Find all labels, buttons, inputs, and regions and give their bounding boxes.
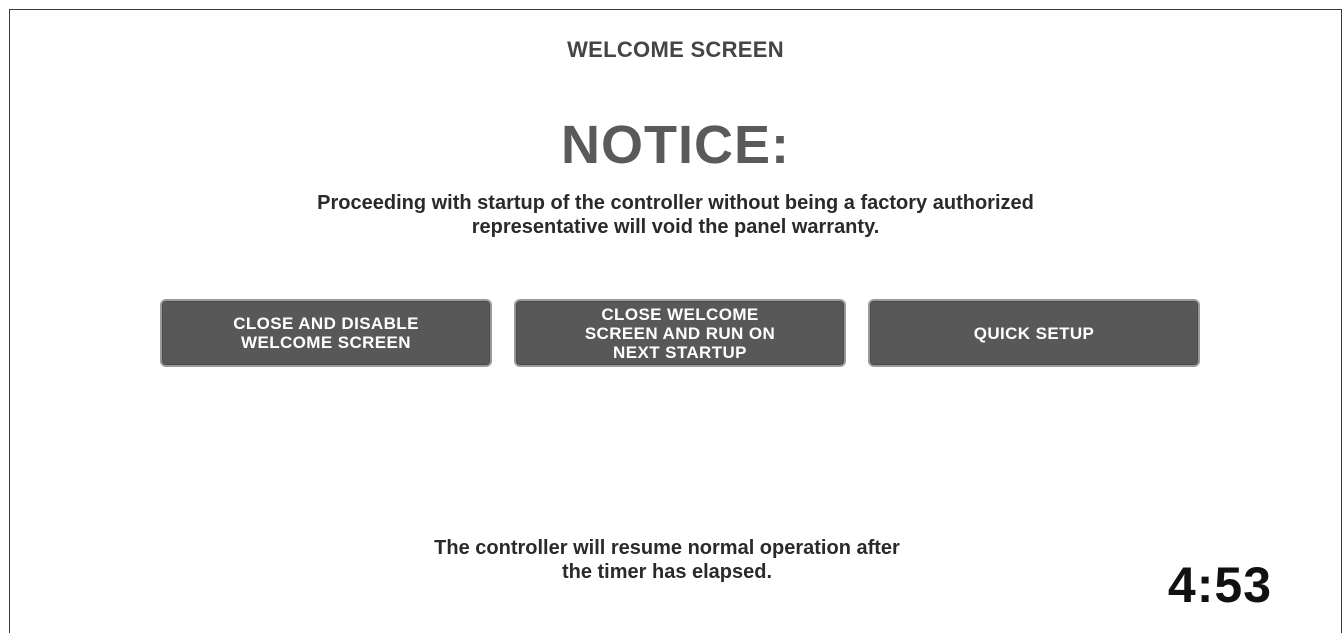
close-and-disable-welcome-label: CLOSE AND DISABLE WELCOME SCREEN — [233, 314, 419, 352]
notice-message-line-2: representative will void the panel warra… — [471, 216, 880, 238]
button-label-line-2: WELCOME SCREEN — [241, 333, 411, 352]
close-welcome-run-next-startup-button[interactable]: CLOSE WELCOME SCREEN AND RUN ON NEXT STA… — [514, 299, 846, 367]
notice-message-line-1: Proceeding with startup of the controlle… — [317, 192, 1034, 214]
timer-info-line-1: The controller will resume normal operat… — [434, 537, 900, 559]
button-label-line-3: NEXT STARTUP — [613, 342, 747, 362]
button-label-line-1: CLOSE WELCOME — [601, 304, 759, 324]
countdown-timer: 4:53 — [1167, 557, 1272, 613]
quick-setup-label: QUICK SETUP — [973, 323, 1095, 343]
page-title: WELCOME SCREEN — [567, 37, 784, 62]
button-label-line-2: SCREEN AND RUN ON — [584, 323, 776, 343]
notice-heading: NOTICE: — [561, 115, 790, 175]
welcome-screen: WELCOME SCREEN NOTICE: Proceeding with s… — [9, 9, 1342, 633]
button-label-line-1: CLOSE AND DISABLE — [233, 314, 419, 333]
timer-info-line-2: the timer has elapsed. — [561, 561, 773, 583]
quick-setup-button[interactable]: QUICK SETUP — [868, 299, 1200, 367]
notice-message: Proceeding with startup of the controlle… — [10, 191, 1341, 239]
close-and-disable-welcome-button[interactable]: CLOSE AND DISABLE WELCOME SCREEN — [160, 299, 492, 367]
close-welcome-run-next-startup-label: CLOSE WELCOME SCREEN AND RUN ON NEXT STA… — [585, 305, 775, 362]
timer-info-message: The controller will resume normal operat… — [10, 536, 1343, 584]
